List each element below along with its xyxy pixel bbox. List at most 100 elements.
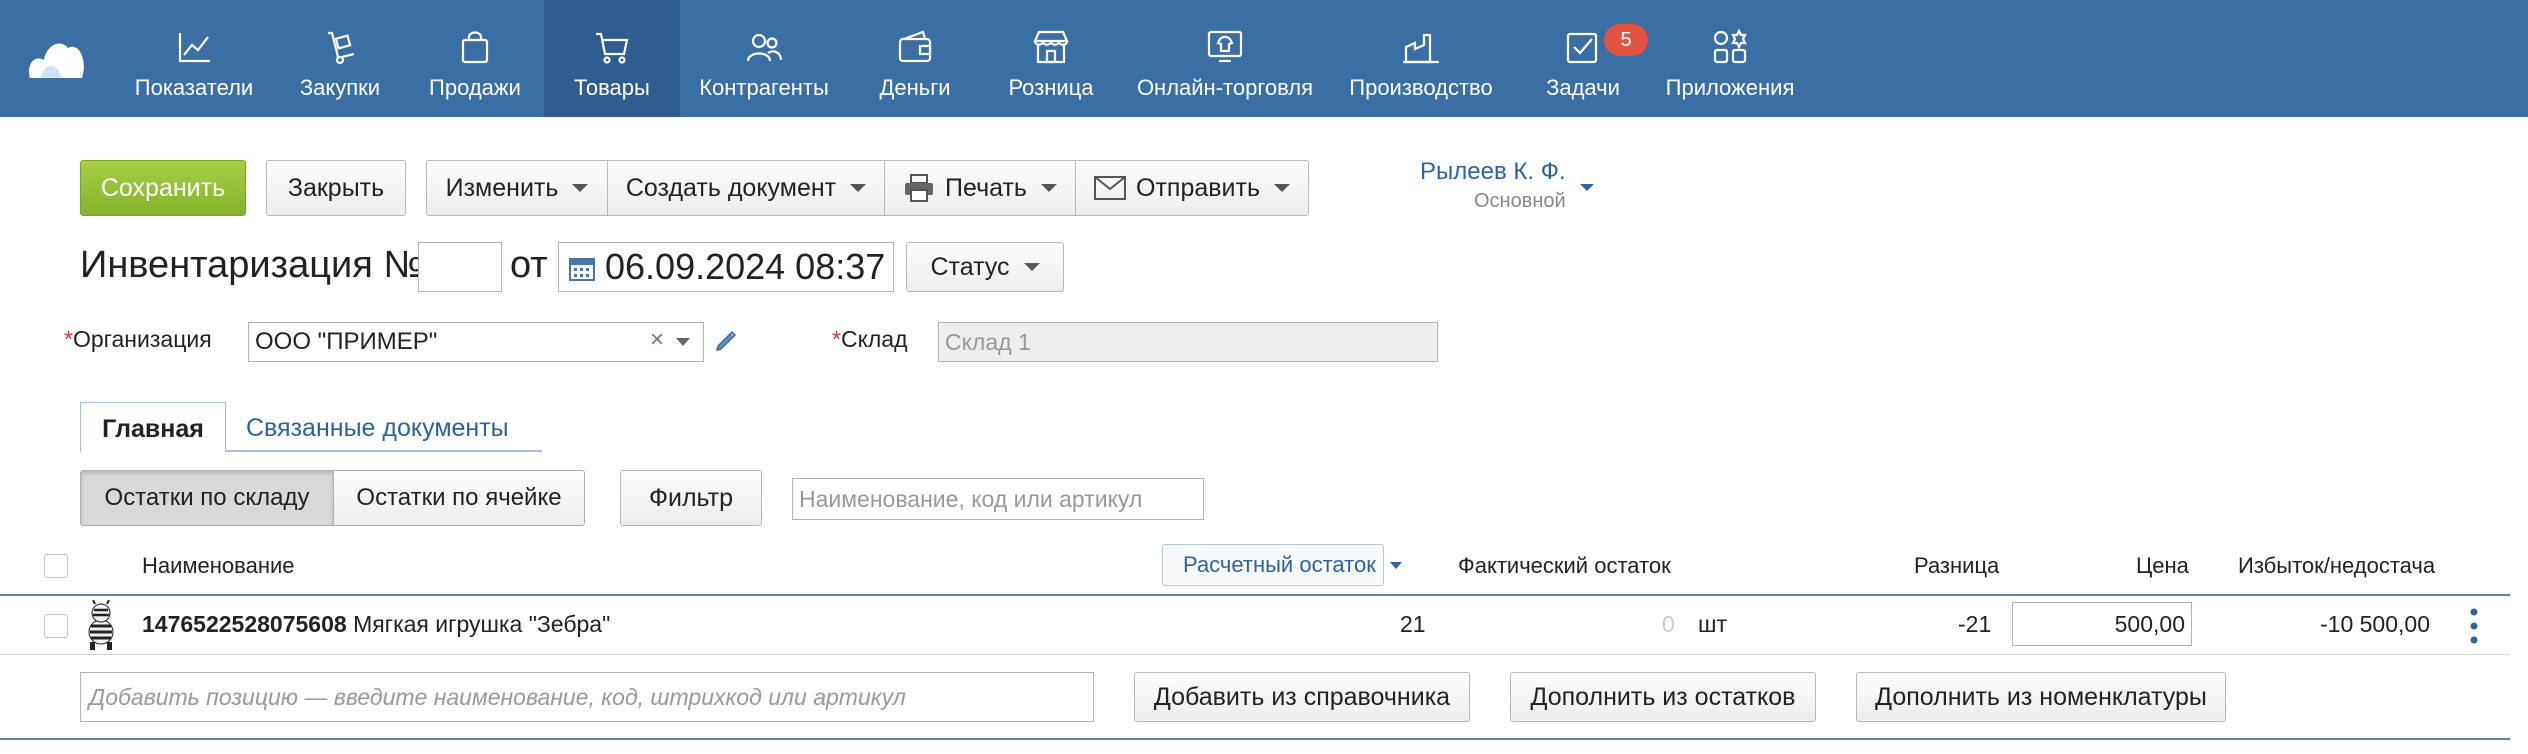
price-input[interactable]: 500,00 xyxy=(2012,602,2192,646)
chevron-down-icon xyxy=(1023,263,1040,271)
create-document-label: Создать документ xyxy=(625,173,837,202)
nav-item-retail[interactable]: Розница xyxy=(996,0,1106,117)
nav-label: Закупки xyxy=(299,75,381,100)
shopping-cart-icon xyxy=(596,32,629,64)
search-input[interactable]: Наименование, код или артикул xyxy=(792,478,1204,520)
nav-item-apps[interactable]: Приложения xyxy=(1662,0,1798,117)
organization-select[interactable]: ООО "ПРИМЕР" xyxy=(248,322,704,362)
send-label: Отправить xyxy=(1136,173,1260,202)
filter-button[interactable]: Фильтр xyxy=(620,470,762,526)
chevron-down-icon xyxy=(1389,561,1402,569)
nav-label: Товары xyxy=(574,75,650,100)
chevron-down-icon xyxy=(1273,184,1290,192)
clear-icon[interactable]: × xyxy=(650,326,664,354)
nav-label: Производство xyxy=(1349,75,1493,100)
table-header-divider xyxy=(0,594,2510,596)
apps-grid-icon xyxy=(1713,28,1747,64)
page-title: Инвентаризация № xyxy=(80,244,425,286)
nav-item-production[interactable]: Производство xyxy=(1346,0,1496,117)
column-header-surplus-shortage[interactable]: Избыток/недостача xyxy=(2238,553,2435,579)
nav-label: Продажи xyxy=(429,75,521,100)
nav-item-online-trade[interactable]: Онлайн-торговля xyxy=(1130,0,1320,117)
row-divider xyxy=(0,654,2510,655)
chevron-down-icon xyxy=(572,184,589,192)
nav-item-sales[interactable]: Продажи xyxy=(420,0,530,117)
calculated-stock-label: Расчетный остаток xyxy=(1183,552,1376,577)
product-thumbnail xyxy=(88,600,114,650)
column-header-name[interactable]: Наименование xyxy=(142,553,295,579)
stock-by-store-toggle[interactable]: Остатки по складу xyxy=(80,470,334,526)
tasks-check-icon xyxy=(1566,32,1598,64)
column-header-price[interactable]: Цена xyxy=(2136,553,2189,579)
chevron-down-icon xyxy=(1040,184,1057,192)
select-all-checkbox[interactable] xyxy=(44,554,68,578)
printer-icon xyxy=(905,174,934,202)
column-header-calculated-stock[interactable]: Расчетный остаток xyxy=(1162,544,1402,586)
document-date-input[interactable]: 06.09.2024 08:37 xyxy=(558,242,894,292)
send-button[interactable]: Отправить xyxy=(1075,160,1309,216)
column-header-actual-stock[interactable]: Фактический остаток xyxy=(1458,553,1671,579)
add-from-nomenclature-button[interactable]: Дополнить из номенклатуры xyxy=(1856,672,2226,722)
stock-by-cell-toggle[interactable]: Остатки по ячейке xyxy=(333,470,585,526)
cart-trolley-icon xyxy=(328,31,355,65)
product-name-cell[interactable]: 1476522528075608 Мягкая игрушка "Зебра" xyxy=(142,611,610,638)
table-bottom-divider xyxy=(0,738,2510,740)
chevron-down-icon[interactable] xyxy=(676,338,690,346)
required-marker: * xyxy=(832,326,841,352)
shopping-bag-icon xyxy=(461,31,489,64)
column-header-difference[interactable]: Разница xyxy=(1914,553,1999,579)
tab-main[interactable]: Главная xyxy=(80,402,226,452)
nav-item-purchases[interactable]: Закупки xyxy=(290,0,390,117)
edit-button[interactable]: Изменить xyxy=(426,160,608,216)
nav-item-goods[interactable]: Товары xyxy=(544,0,680,117)
calendar-icon[interactable] xyxy=(569,255,595,281)
nav-label: Задачи xyxy=(1546,75,1620,100)
status-dropdown[interactable]: Статус xyxy=(906,242,1064,292)
tab-related-documents[interactable]: Связанные документы xyxy=(246,414,509,443)
tasks-count-badge: 5 xyxy=(1604,24,1648,56)
nav-label: Розница xyxy=(1008,75,1094,100)
store-label-text: Склад xyxy=(840,326,908,352)
user-name-link[interactable]: Рылеев К. Ф. xyxy=(1420,158,1566,186)
nav-label: Показатели xyxy=(134,75,254,100)
nav-item-money[interactable]: Деньги xyxy=(870,0,960,117)
document-date-value: 06.09.2024 08:37 xyxy=(605,246,886,287)
chevron-down-icon[interactable] xyxy=(1580,184,1594,191)
create-document-button[interactable]: Создать документ xyxy=(607,160,885,216)
actual-stock-input[interactable]: 0 xyxy=(1662,611,1675,638)
add-position-input[interactable]: Добавить позицию — введите наименование,… xyxy=(80,672,1094,722)
close-button[interactable]: Закрыть xyxy=(266,160,406,216)
save-button[interactable]: Сохранить xyxy=(80,160,246,216)
nav-item-indicators[interactable]: Показатели xyxy=(128,0,260,117)
tab-underline xyxy=(226,450,542,452)
edit-button-label: Изменить xyxy=(445,173,559,202)
user-role: Основной xyxy=(1474,190,1566,212)
more-vertical-icon[interactable] xyxy=(2468,606,2480,646)
store-select[interactable]: Склад 1 xyxy=(938,322,1438,362)
edit-pencil-icon[interactable] xyxy=(714,328,738,352)
cloud-logo-icon[interactable] xyxy=(26,36,86,80)
organization-label-text: Организация xyxy=(72,326,212,352)
nav-label: Онлайн-торговля xyxy=(1136,75,1314,100)
status-label: Статус xyxy=(930,252,1010,281)
document-number-input[interactable] xyxy=(418,242,502,292)
difference-cell: -21 xyxy=(1958,611,1992,637)
top-navigation: Показатели Закупки Продажи Товары Контра… xyxy=(0,0,2528,117)
from-label: от xyxy=(510,244,548,286)
add-from-stock-button[interactable]: Дополнить из остатков xyxy=(1510,672,1816,722)
nav-item-tasks[interactable]: Задачи xyxy=(1540,0,1626,117)
product-name: Мягкая игрушка "Зебра" xyxy=(353,611,611,637)
add-from-catalog-button[interactable]: Добавить из справочника xyxy=(1134,672,1470,722)
storefront-icon xyxy=(1033,30,1069,64)
nav-label: Деньги xyxy=(879,75,951,100)
wallet-icon xyxy=(898,30,932,63)
people-icon xyxy=(746,33,783,62)
print-button[interactable]: Печать xyxy=(884,160,1076,216)
print-label: Печать xyxy=(945,173,1027,202)
nav-item-counterparties[interactable]: Контрагенты xyxy=(694,0,834,117)
required-marker: * xyxy=(64,326,73,352)
chart-line-icon xyxy=(178,33,210,63)
product-code: 1476522528075608 xyxy=(142,611,347,637)
row-checkbox[interactable] xyxy=(44,614,68,638)
online-shop-icon xyxy=(1207,30,1243,63)
